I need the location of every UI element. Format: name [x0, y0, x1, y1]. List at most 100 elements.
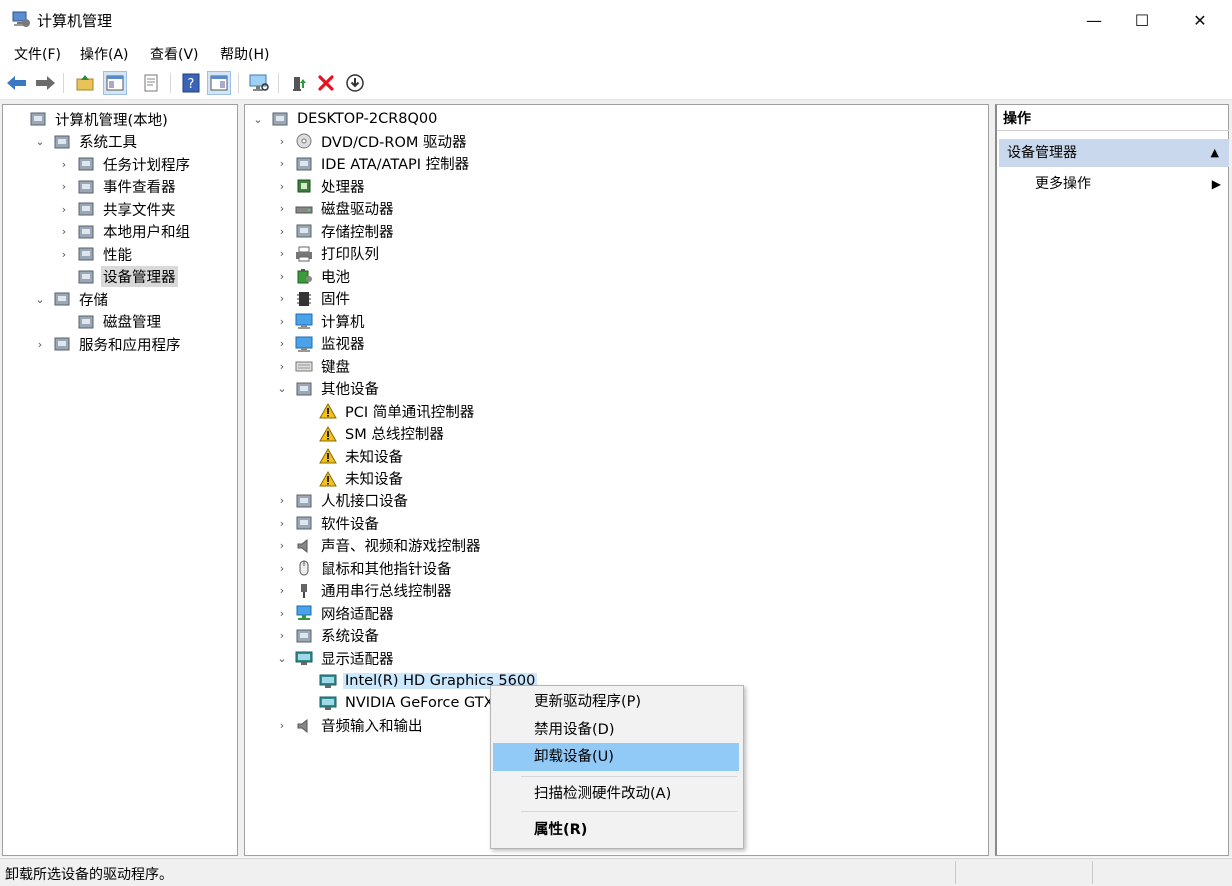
device-tree-item[interactable]: › DVD/CD-ROM 驱动器 [275, 130, 469, 152]
expand-chevron-icon[interactable]: › [275, 494, 289, 507]
device-tree-item[interactable]: › 网络适配器 [275, 602, 396, 624]
console-tree-item[interactable]: 计算机管理(本地) [9, 108, 170, 130]
device-tree-item[interactable]: › 固件 [275, 288, 352, 310]
device-tree-item[interactable]: › IDE ATA/ATAPI 控制器 [275, 153, 471, 175]
update-driver-button[interactable] [287, 71, 311, 95]
device-tree-item[interactable]: › 计算机 [275, 310, 367, 332]
device-tree-item[interactable]: › 声音、视频和游戏控制器 [275, 535, 483, 557]
console-tree-item[interactable]: › 性能 [57, 243, 134, 265]
expand-chevron-icon[interactable]: › [275, 202, 289, 215]
device-tree-item[interactable]: › 监视器 [275, 333, 367, 355]
device-tree-item[interactable]: ⌄ DESKTOP-2CR8Q00 [251, 108, 439, 130]
device-tree-item[interactable]: › 打印队列 [275, 243, 381, 265]
menu-action[interactable]: 操作(A) [80, 44, 129, 64]
properties-toolbar-button[interactable] [139, 71, 163, 95]
actions-section-device-manager[interactable]: 设备管理器 ▲ [999, 139, 1229, 167]
collapse-chevron-icon[interactable]: ⌄ [33, 135, 47, 148]
menu-properties[interactable]: 属性(R) [493, 816, 739, 844]
expand-chevron-icon[interactable]: › [275, 539, 289, 552]
tree-item-label: 打印队列 [321, 247, 379, 264]
expand-chevron-icon[interactable]: › [33, 338, 47, 351]
console-tree-item[interactable]: 磁盘管理 [57, 311, 163, 333]
forward-button[interactable] [33, 71, 57, 95]
expand-chevron-icon[interactable]: › [275, 135, 289, 148]
tree-item-label: 系统设备 [321, 629, 379, 646]
device-tree-item[interactable]: › 电池 [275, 265, 352, 287]
expand-chevron-icon[interactable]: › [57, 248, 71, 261]
device-tree-item[interactable]: › 通用串行总线控制器 [275, 580, 454, 602]
console-tree-item[interactable]: 设备管理器 [57, 266, 178, 288]
console-tree-item[interactable]: › 共享文件夹 [57, 198, 178, 220]
collapse-chevron-icon[interactable]: ⌄ [33, 293, 47, 306]
collapse-chevron-icon[interactable]: ⌄ [275, 382, 289, 395]
expand-chevron-icon[interactable]: › [275, 315, 289, 328]
console-tree-item[interactable]: › 服务和应用程序 [33, 333, 183, 355]
expand-chevron-icon[interactable]: › [275, 337, 289, 350]
help-button[interactable]: ? [179, 71, 203, 95]
monitor-icon [295, 336, 313, 352]
expand-chevron-icon[interactable]: › [275, 292, 289, 305]
device-tree-item[interactable]: ⌄ 其他设备 [275, 378, 381, 400]
tree-item-label: 监视器 [321, 337, 365, 354]
menu-view[interactable]: 查看(V) [150, 44, 199, 64]
expand-chevron-icon[interactable]: › [275, 629, 289, 642]
expand-chevron-icon[interactable]: › [275, 270, 289, 283]
device-tree-item[interactable]: › 处理器 [275, 175, 367, 197]
expand-chevron-icon[interactable]: › [275, 247, 289, 260]
maximize-button[interactable]: ☐ [1119, 0, 1165, 40]
back-button[interactable] [5, 71, 29, 95]
menu-file[interactable]: 文件(F) [14, 44, 61, 64]
tree-item-label: 计算机管理(本地) [55, 112, 168, 129]
menu-help[interactable]: 帮助(H) [220, 44, 269, 64]
expand-chevron-icon[interactable]: › [275, 157, 289, 170]
expand-chevron-icon[interactable]: › [275, 719, 289, 732]
menu-disable-device[interactable]: 禁用设备(D) [493, 716, 739, 744]
console-tree-item[interactable]: ⌄ 存储 [33, 288, 110, 310]
device-tree-item[interactable]: ⌄ 显示适配器 [275, 647, 396, 669]
device-tree-item[interactable]: › 磁盘驱动器 [275, 198, 396, 220]
menu-uninstall-device[interactable]: 卸载设备(U) [493, 743, 739, 771]
collapse-chevron-icon[interactable]: ⌄ [275, 652, 289, 665]
close-button[interactable]: ✕ [1177, 0, 1223, 40]
up-folder-button[interactable] [73, 71, 97, 95]
download-driver-button[interactable] [343, 71, 367, 95]
expand-chevron-icon[interactable]: › [275, 607, 289, 620]
expand-chevron-icon[interactable]: › [275, 360, 289, 373]
device-tree-item[interactable]: › 鼠标和其他指针设备 [275, 557, 454, 579]
collapse-chevron-icon[interactable]: ⌄ [251, 113, 265, 126]
menu-scan-hardware[interactable]: 扫描检测硬件改动(A) [493, 780, 739, 808]
device-tree-item[interactable]: › 键盘 [275, 355, 352, 377]
expand-chevron-icon[interactable]: › [57, 225, 71, 238]
console-tree-item[interactable]: ⌄ 系统工具 [33, 131, 139, 153]
more-actions-item[interactable]: 更多操作 ▶ [1035, 171, 1225, 197]
console-tree-item[interactable]: › 事件查看器 [57, 176, 178, 198]
expand-chevron-icon[interactable]: › [275, 225, 289, 238]
tree-item-label: NVIDIA GeForce GTX [345, 695, 494, 712]
show-hide-tree-button[interactable] [103, 71, 127, 95]
minimize-button[interactable]: — [1071, 0, 1117, 40]
device-tree-item[interactable]: NVIDIA GeForce GTX [299, 692, 496, 714]
console-tree-item[interactable]: › 本地用户和组 [57, 221, 192, 243]
tree-item-label: 鼠标和其他指针设备 [321, 561, 452, 578]
expand-chevron-icon[interactable]: › [275, 584, 289, 597]
device-tree-item[interactable]: › 音频输入和输出 [275, 715, 425, 737]
device-tree-item[interactable]: › 人机接口设备 [275, 490, 410, 512]
device-tree-item[interactable]: › 存储控制器 [275, 220, 396, 242]
device-tree-item[interactable]: › 软件设备 [275, 512, 381, 534]
console-tree-item[interactable]: › 任务计划程序 [57, 153, 192, 175]
show-hide-action-pane-button[interactable] [207, 71, 231, 95]
device-tree-item[interactable]: 未知设备 [299, 468, 405, 490]
expand-chevron-icon[interactable]: › [275, 517, 289, 530]
menu-update-driver[interactable]: 更新驱动程序(P) [493, 688, 739, 716]
device-tree-item[interactable]: › 系统设备 [275, 625, 381, 647]
device-tree-item[interactable]: 未知设备 [299, 445, 405, 467]
expand-chevron-icon[interactable]: › [57, 180, 71, 193]
scan-hardware-button[interactable] [247, 71, 271, 95]
uninstall-toolbar-button[interactable] [314, 71, 338, 95]
expand-chevron-icon[interactable]: › [275, 562, 289, 575]
expand-chevron-icon[interactable]: › [57, 158, 71, 171]
device-tree-item[interactable]: PCI 简单通讯控制器 [299, 400, 476, 422]
device-tree-item[interactable]: SM 总线控制器 [299, 423, 446, 445]
expand-chevron-icon[interactable]: › [275, 180, 289, 193]
expand-chevron-icon[interactable]: › [57, 203, 71, 216]
